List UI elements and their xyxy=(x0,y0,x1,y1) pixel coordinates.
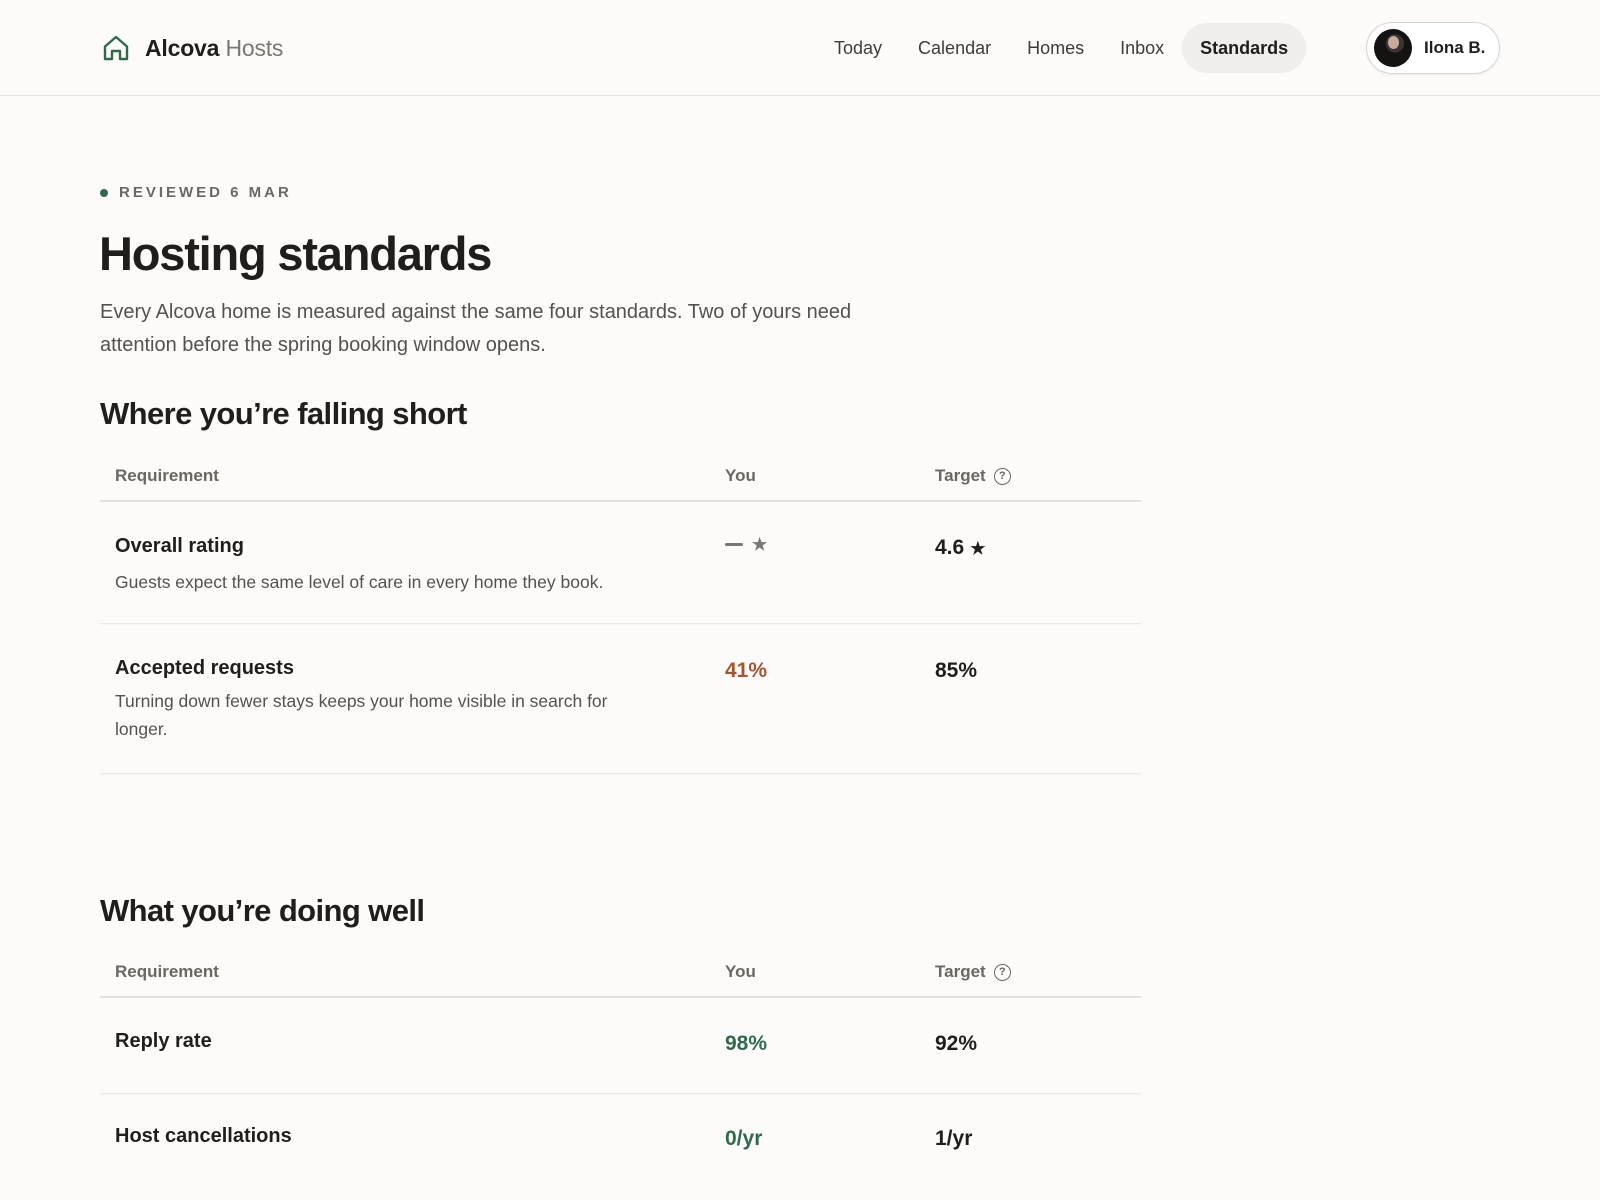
column-header-target-label: Target xyxy=(935,466,986,485)
column-header-you: You xyxy=(725,466,756,485)
your-value: 98% xyxy=(725,1032,768,1055)
doing-well-table: Requirement You Target ? Reply rate 98% … xyxy=(100,948,1141,1200)
house-outline-icon xyxy=(103,35,129,61)
column-header-target-label: Target xyxy=(935,962,986,981)
requirement-description: Guests expect the same level of care in … xyxy=(115,572,604,592)
target-value: 85% xyxy=(935,659,978,682)
column-header-target: Target ? xyxy=(935,962,1011,982)
section-title-doing-well: What you’re doing well xyxy=(100,893,425,928)
your-value: 41% xyxy=(725,659,768,682)
requirement-title: Overall rating xyxy=(115,535,244,557)
requirement-title: Reply rate xyxy=(115,1030,212,1052)
nav-calendar[interactable]: Calendar xyxy=(900,23,1009,73)
table-header: Requirement You Target ? xyxy=(100,452,1141,502)
your-value: 0/yr xyxy=(725,1127,763,1150)
no-rating-dash xyxy=(725,543,743,546)
star-icon: ★ xyxy=(752,535,768,554)
top-bar: Alcova Hosts Today Calendar Homes Inbox … xyxy=(0,0,1600,96)
table-row[interactable]: Reply rate 98% 92% xyxy=(100,998,1141,1094)
profile-name: Ilona B. xyxy=(1424,38,1486,57)
column-header-target: Target ? xyxy=(935,466,1011,486)
target-value: 1/yr xyxy=(935,1127,973,1150)
your-rating: ★ xyxy=(725,536,767,553)
requirement-description: Turning down fewer stays keeps your home… xyxy=(115,691,608,739)
nav-today[interactable]: Today xyxy=(816,23,900,73)
table-row[interactable]: Accepted requests Turning down fewer sta… xyxy=(100,624,1141,774)
nav-inbox[interactable]: Inbox xyxy=(1102,23,1182,73)
main-nav: Today Calendar Homes Inbox Standards xyxy=(816,22,1307,74)
section-title-falling-short: Where you’re falling short xyxy=(100,396,467,431)
column-header-you: You xyxy=(725,962,756,981)
brand-logo[interactable]: Alcova Hosts xyxy=(101,30,283,66)
avatar xyxy=(1374,29,1412,67)
review-status: REVIEWED 6 MAR xyxy=(100,184,292,201)
target-value: 92% xyxy=(935,1032,978,1055)
page-intro: Every Alcova home is measured against th… xyxy=(100,301,852,356)
nav-standards[interactable]: Standards xyxy=(1182,23,1307,73)
brand-wordmark: Alcova Hosts xyxy=(145,35,283,62)
page-title: Hosting standards xyxy=(99,227,492,280)
table-row[interactable]: Host cancellations 0/yr 1/yr xyxy=(100,1094,1141,1200)
review-date: REVIEWED 6 MAR xyxy=(119,184,292,201)
target-rating-value: 4.6 xyxy=(935,536,965,559)
requirement-title: Accepted requests xyxy=(115,657,294,679)
target-rating: 4.6 ★ xyxy=(935,536,985,560)
requirement-title: Host cancellations xyxy=(115,1125,292,1147)
brand-name: Alcova xyxy=(145,34,220,61)
table-header: Requirement You Target ? xyxy=(100,948,1141,998)
nav-homes[interactable]: Homes xyxy=(1009,23,1102,73)
question-circle-icon[interactable]: ? xyxy=(993,963,1011,981)
profile-menu-button[interactable]: Ilona B. xyxy=(1366,22,1500,74)
status-dot-icon xyxy=(100,188,108,197)
column-header-requirement: Requirement xyxy=(115,466,219,485)
falling-short-table: Requirement You Target ? Overall rating … xyxy=(100,452,1141,774)
table-row[interactable]: Overall rating Guests expect the same le… xyxy=(100,502,1141,624)
brand-sub: Hosts xyxy=(225,34,284,61)
star-icon: ★ xyxy=(970,538,986,558)
column-header-requirement: Requirement xyxy=(115,962,219,981)
question-circle-icon[interactable]: ? xyxy=(993,467,1011,485)
